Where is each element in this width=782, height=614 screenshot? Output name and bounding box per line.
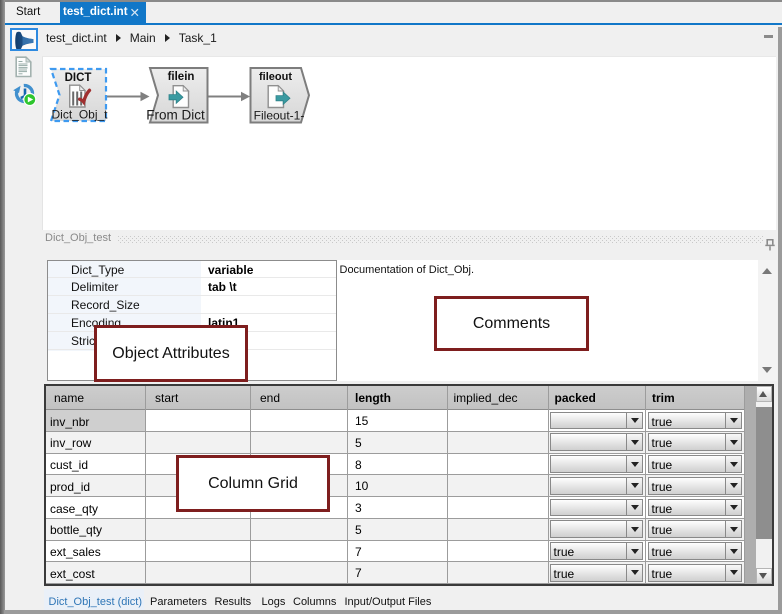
svg-text:DICT: DICT [65,72,92,84]
svg-text:Fileout-1-: Fileout-1- [254,109,305,123]
svg-text:fileout: fileout [259,71,292,83]
svg-text:Dict_Obj_t: Dict_Obj_t [51,108,108,122]
svg-text:filein: filein [168,71,195,83]
svg-text:From Dict: From Dict [146,108,205,123]
